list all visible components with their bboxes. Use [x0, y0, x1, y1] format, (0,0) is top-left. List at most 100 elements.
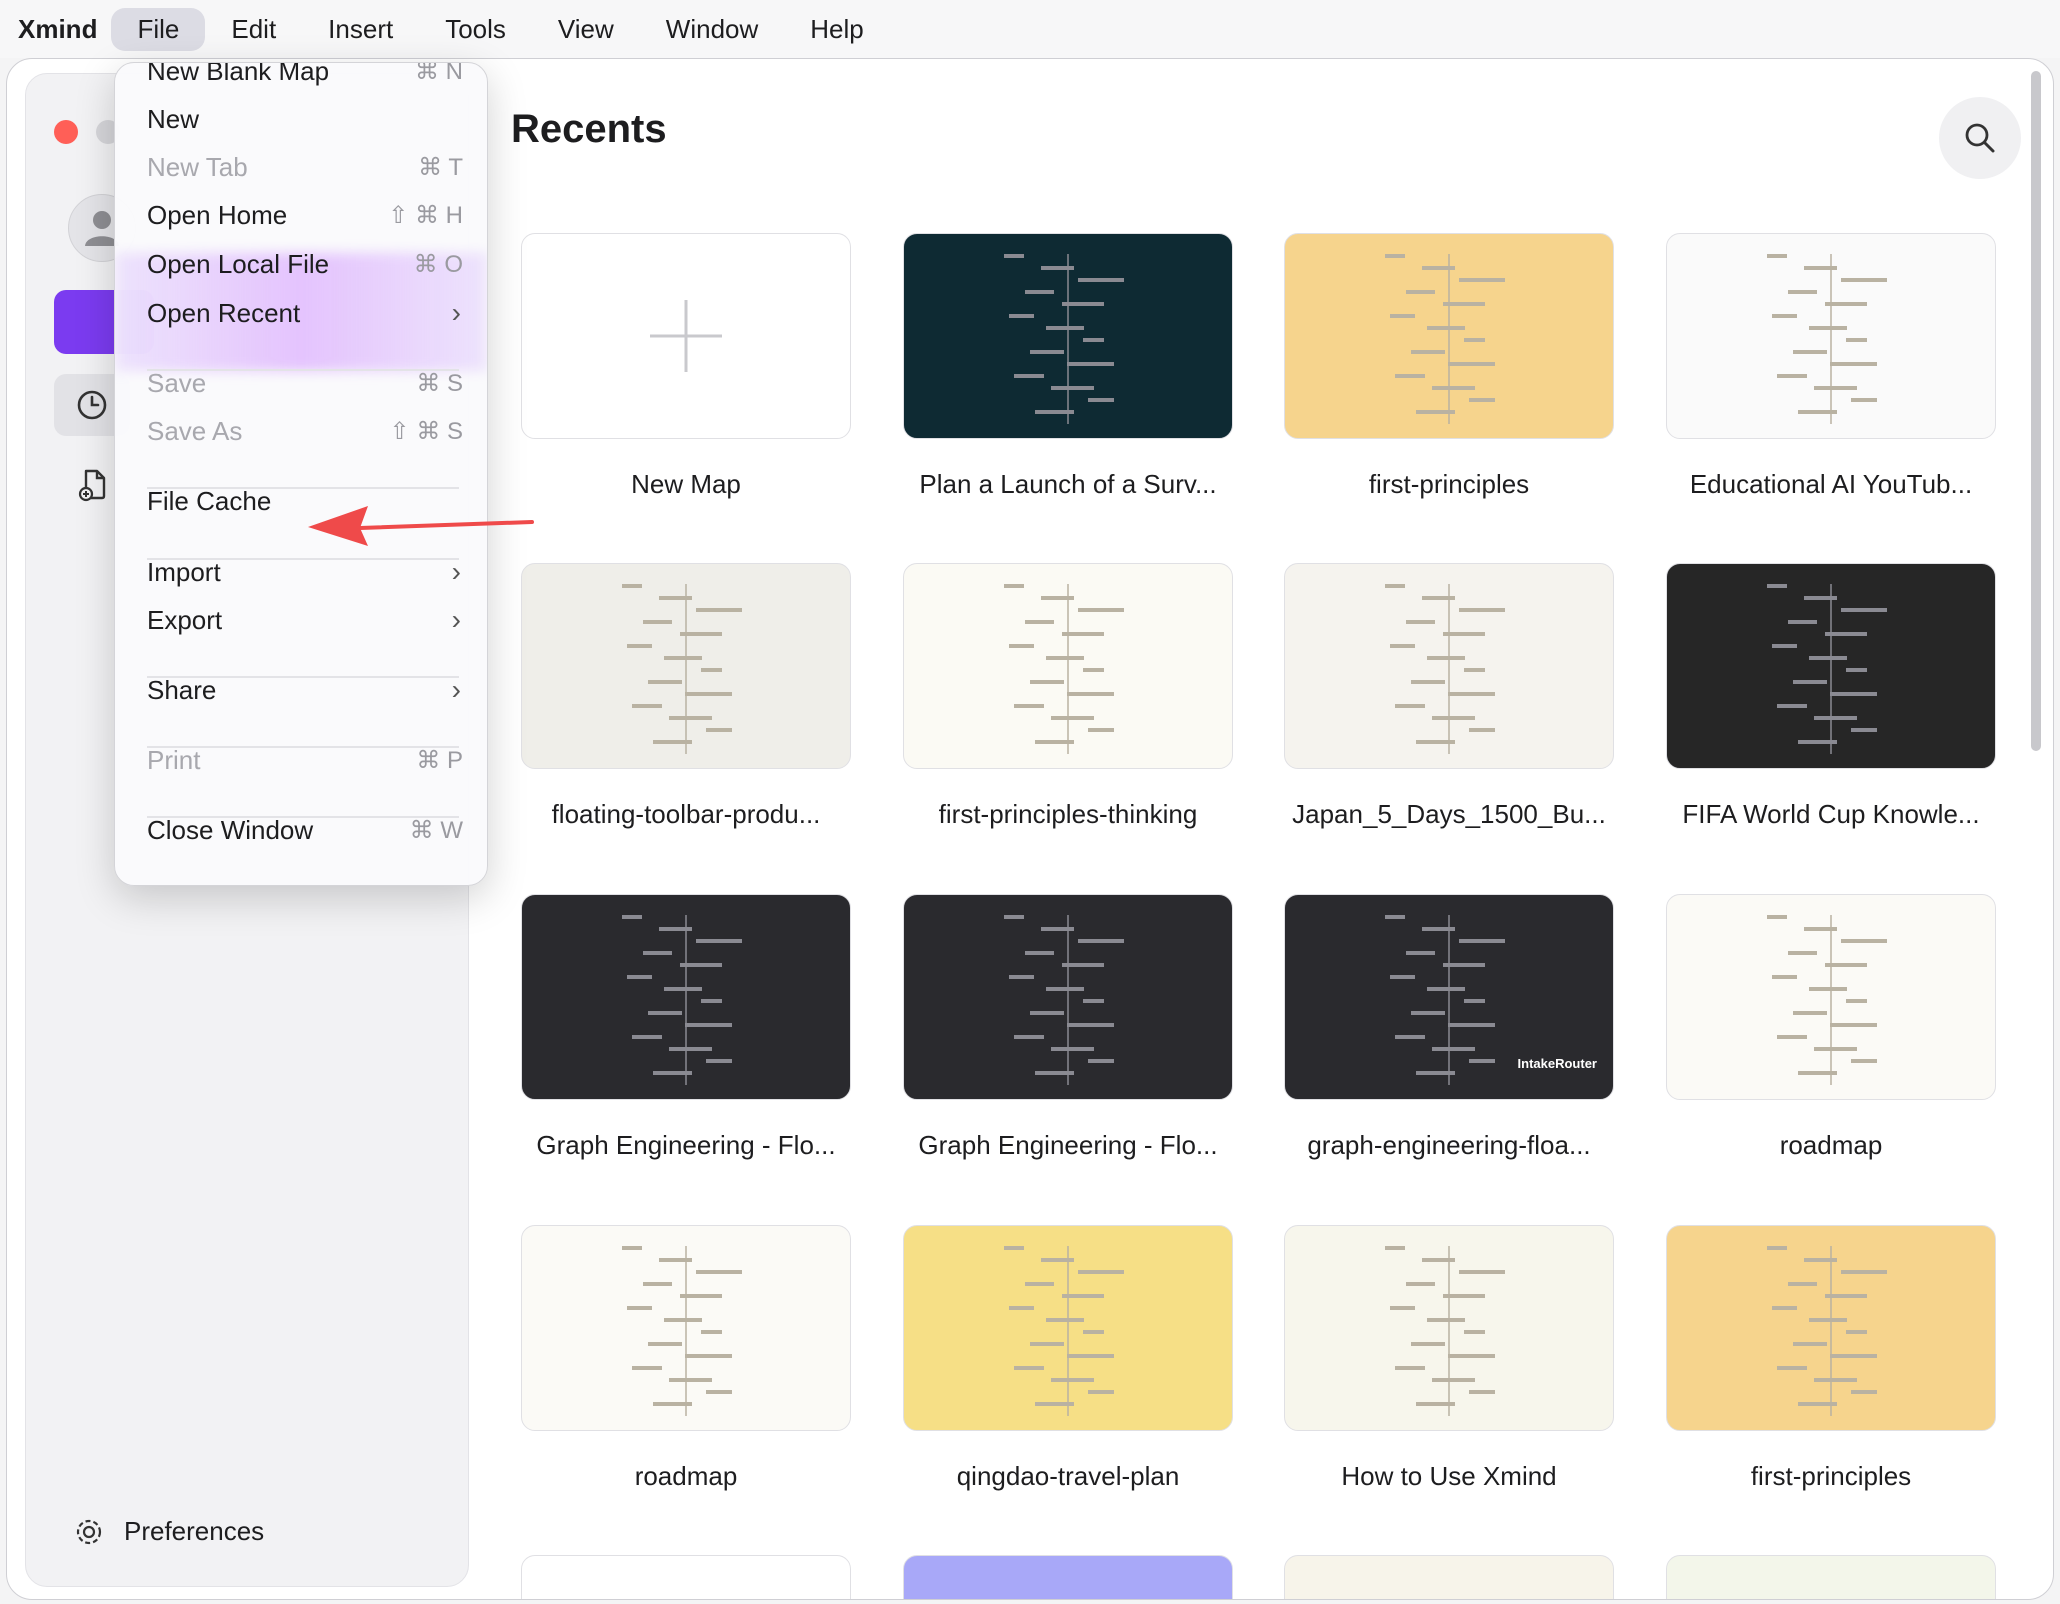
- menu-item-label: New Blank Map: [147, 62, 330, 86]
- search-button[interactable]: [1939, 97, 2021, 179]
- map-thumbnail[interactable]: [1666, 563, 1996, 769]
- menu-separator: [147, 746, 459, 748]
- mindmap-preview: [1385, 1246, 1505, 1416]
- recent-file-name: Japan_5_Days_1500_Bu...: [1292, 799, 1606, 829]
- arrow-annotation: [308, 506, 534, 546]
- menu-file[interactable]: File: [111, 7, 206, 51]
- recent-file-card[interactable]: How to Use Xmind: [1284, 1225, 1614, 1492]
- map-thumbnail[interactable]: [521, 1225, 851, 1431]
- menu-item-open-home[interactable]: Open Home ⇧ ⌘ H: [147, 193, 467, 237]
- recent-file-name: Plan a Launch of a Surv...: [919, 469, 1217, 499]
- menu-item-label: Save: [147, 367, 207, 398]
- map-thumbnail[interactable]: IntakeRouter: [1284, 894, 1614, 1100]
- recent-file-card[interactable]: Educational AI YouTub...: [1666, 233, 1996, 500]
- recent-file-name: Educational AI YouTub...: [1689, 469, 1973, 499]
- recent-file-card[interactable]: qingdao-travel-plan: [903, 1225, 1233, 1492]
- map-thumbnail[interactable]: [1284, 1225, 1614, 1431]
- menu-edit[interactable]: Edit: [205, 8, 302, 51]
- menu-item-close-window[interactable]: Close Window ⌘ W: [147, 808, 467, 852]
- menu-separator: [147, 676, 459, 678]
- map-thumbnail[interactable]: [521, 563, 851, 769]
- menu-item-label: Close Window: [147, 814, 314, 845]
- scrollbar[interactable]: [2031, 71, 2041, 751]
- recent-file-card[interactable]: floating-toolbar-produ...: [521, 563, 851, 830]
- menu-separator: [147, 816, 459, 818]
- menu-item-label: Open Recent: [147, 297, 301, 328]
- map-thumbnail[interactable]: [1666, 233, 1996, 439]
- recent-file-card[interactable]: IntakeRouter graph-engineering-floa...: [1284, 894, 1614, 1161]
- menu-separator: [147, 558, 459, 560]
- map-thumbnail[interactable]: [903, 1555, 1233, 1599]
- menu-item-save: Save ⌘ S: [147, 361, 467, 405]
- map-thumbnail[interactable]: [1666, 1555, 1996, 1599]
- menu-item-label: Import: [147, 556, 221, 587]
- menu-item-print: Print ⌘ P: [147, 738, 467, 782]
- recent-file-name: first-principles: [1368, 469, 1530, 499]
- file-add-icon: [78, 469, 106, 502]
- mindmap-preview: [1767, 584, 1887, 754]
- map-thumbnail[interactable]: [1666, 1225, 1996, 1431]
- recent-file-card[interactable]: Graph Engineering - Flo...: [903, 894, 1233, 1161]
- map-thumbnail[interactable]: [903, 233, 1233, 439]
- recent-file-card[interactable]: first-principles-thinking: [903, 563, 1233, 830]
- recent-file-card[interactable]: Graph Engineering - Flo...: [521, 894, 851, 1161]
- thumbnail-text: IntakeRouter: [1517, 1056, 1597, 1071]
- map-thumbnail[interactable]: [1666, 894, 1996, 1100]
- menu-item-export[interactable]: Export ›: [147, 598, 467, 642]
- menu-item-open-local-file[interactable]: Open Local File ⌘ O: [147, 242, 467, 286]
- map-thumbnail[interactable]: [521, 1555, 851, 1599]
- menu-item-import[interactable]: Import ›: [147, 550, 467, 594]
- sidebar-item-files[interactable]: [68, 460, 118, 510]
- menu-shortcut: ⌘ T: [418, 153, 463, 181]
- menu-item-share[interactable]: Share ›: [147, 668, 467, 712]
- mindmap-preview: [622, 915, 742, 1085]
- recent-file-name: FIFA World Cup Knowle...: [1682, 799, 1980, 829]
- menu-item-label: Share: [147, 674, 217, 705]
- recent-file-card[interactable]: first-principles: [1284, 233, 1614, 500]
- map-thumbnail[interactable]: [1284, 233, 1614, 439]
- menu-tools[interactable]: Tools: [419, 8, 532, 51]
- new-map-thumbnail[interactable]: [521, 233, 851, 439]
- preferences-label: Preferences: [124, 1516, 265, 1546]
- map-thumbnail[interactable]: [521, 894, 851, 1100]
- menu-window[interactable]: Window: [640, 8, 784, 51]
- mindmap-preview: [1767, 915, 1887, 1085]
- recent-file-card[interactable]: FIFA World Cup Knowle...: [1666, 563, 1996, 830]
- chevron-right-icon: ›: [451, 297, 461, 328]
- map-thumbnail[interactable]: [903, 1225, 1233, 1431]
- chevron-right-icon: ›: [451, 674, 461, 705]
- chevron-right-icon: ›: [451, 604, 461, 635]
- menu-item-label: New Tab: [147, 151, 248, 182]
- recent-file-name: roadmap: [1779, 1130, 1883, 1160]
- app-menu[interactable]: Xmind: [18, 14, 97, 45]
- menu-help[interactable]: Help: [784, 8, 889, 51]
- mindmap-preview: [1385, 584, 1505, 754]
- mindmap-preview: [1004, 584, 1124, 754]
- plus-icon: [650, 300, 722, 372]
- menu-insert[interactable]: Insert: [302, 8, 419, 51]
- recent-file-name: qingdao-travel-plan: [956, 1461, 1180, 1491]
- recent-file-card[interactable]: first-principles: [1666, 1225, 1996, 1492]
- menu-item-label: Save As: [147, 415, 243, 446]
- menu-item-new-tab: New Tab ⌘ T: [147, 145, 467, 189]
- recent-file-card[interactable]: roadmap: [1666, 894, 1996, 1161]
- menu-item-open-recent[interactable]: Open Recent ›: [147, 291, 467, 335]
- map-thumbnail[interactable]: [903, 894, 1233, 1100]
- recent-file-card[interactable]: Plan a Launch of a Surv...: [903, 233, 1233, 500]
- map-thumbnail[interactable]: [903, 563, 1233, 769]
- recent-file-name: first-principles: [1750, 1461, 1912, 1491]
- search-icon: [1965, 123, 1995, 153]
- menu-shortcut: ⌘ O: [413, 250, 463, 278]
- menu-item-label: Print: [147, 744, 201, 775]
- recent-file-card[interactable]: New Map: [521, 233, 851, 500]
- preferences-button[interactable]: Preferences: [74, 1516, 264, 1547]
- menu-view[interactable]: View: [532, 8, 640, 51]
- map-thumbnail[interactable]: [1284, 563, 1614, 769]
- menu-shortcut: ⇧ ⌘ H: [388, 201, 463, 229]
- map-thumbnail[interactable]: [1284, 1555, 1614, 1599]
- recent-file-card[interactable]: Japan_5_Days_1500_Bu...: [1284, 563, 1614, 830]
- close-window-button[interactable]: [54, 120, 78, 144]
- menu-item-new[interactable]: New: [147, 97, 467, 141]
- menu-item-new-blank-map[interactable]: New Blank Map ⌘ N: [147, 62, 467, 93]
- recent-file-card[interactable]: roadmap: [521, 1225, 851, 1492]
